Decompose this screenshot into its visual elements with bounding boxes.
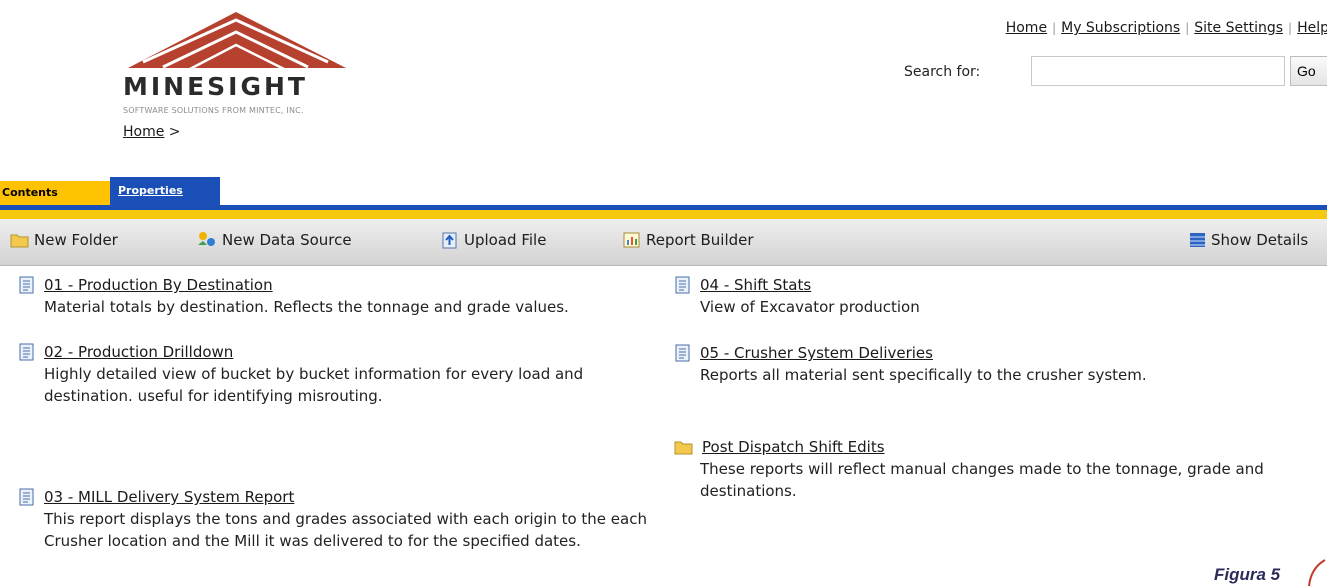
data-source-icon bbox=[198, 232, 215, 246]
report-description: View of Excavator production bbox=[700, 298, 920, 316]
report-link[interactable]: 01 - Production By Destination bbox=[44, 274, 273, 296]
top-link-site-settings[interactable]: Site Settings bbox=[1194, 20, 1283, 36]
report-link[interactable]: 03 - MILL Delivery System Report bbox=[44, 486, 294, 508]
report-title-row[interactable]: Post Dispatch Shift Edits bbox=[674, 436, 1294, 458]
report-description: Material totals by destination. Reflects… bbox=[44, 298, 569, 316]
top-link-my-subscriptions[interactable]: My Subscriptions bbox=[1061, 20, 1180, 36]
report-builder-icon bbox=[623, 232, 640, 248]
report-title-row[interactable]: 01 - Production By Destination bbox=[18, 274, 658, 296]
upload-file-label: Upload File bbox=[464, 231, 547, 249]
report-builder-label: Report Builder bbox=[646, 231, 754, 249]
tab-bar: Contents Properties bbox=[0, 177, 1327, 205]
report-builder-button[interactable]: Report Builder bbox=[622, 231, 754, 249]
report-link[interactable]: 04 - Shift Stats bbox=[700, 274, 811, 296]
mountain-logo-icon bbox=[128, 12, 346, 72]
report-title-row[interactable]: 04 - Shift Stats bbox=[674, 274, 1294, 296]
report-title-row[interactable]: 05 - Crusher System Deliveries bbox=[674, 342, 1294, 364]
breadcrumb: Home > bbox=[123, 124, 181, 140]
list-item: 04 - Shift Stats View of Excavator produ… bbox=[674, 274, 1294, 318]
report-icon bbox=[19, 343, 34, 361]
show-details-button[interactable]: Show Details bbox=[1189, 231, 1308, 249]
report-title-row[interactable]: 02 - Production Drilldown bbox=[18, 341, 658, 363]
report-link[interactable]: 05 - Crusher System Deliveries bbox=[700, 342, 933, 364]
list-item: 05 - Crusher System Deliveries Reports a… bbox=[674, 342, 1294, 386]
top-link-home[interactable]: Home bbox=[1006, 20, 1047, 36]
show-details-label: Show Details bbox=[1211, 231, 1309, 249]
details-list-icon bbox=[1190, 233, 1205, 247]
upload-icon bbox=[442, 232, 457, 249]
list-item: 01 - Production By Destination Material … bbox=[18, 274, 658, 318]
top-nav-links: Home | My Subscriptions | Site Settings | Help bbox=[1005, 20, 1327, 36]
list-item: 03 - MILL Delivery System Report This re… bbox=[18, 486, 658, 552]
new-data-source-label: New Data Source bbox=[222, 231, 352, 249]
folder-link[interactable]: Post Dispatch Shift Edits bbox=[702, 436, 885, 458]
report-icon bbox=[19, 488, 34, 506]
new-folder-button[interactable]: New Folder bbox=[10, 231, 118, 249]
breadcrumb-separator: > bbox=[168, 124, 181, 140]
tab-properties[interactable]: Properties bbox=[110, 177, 220, 205]
upload-file-button[interactable]: Upload File bbox=[440, 231, 546, 249]
figure-caption: Figura 5 bbox=[1214, 565, 1281, 584]
list-item: 02 - Production Drilldown Highly detaile… bbox=[18, 341, 658, 407]
corner-arc-icon bbox=[1308, 559, 1326, 586]
report-description: Highly detailed view of bucket by bucket… bbox=[44, 365, 584, 405]
folder-description: These reports will reflect manual change… bbox=[700, 460, 1264, 500]
new-folder-label: New Folder bbox=[34, 231, 118, 249]
report-icon bbox=[675, 344, 690, 362]
report-description: This report displays the tons and grades… bbox=[44, 510, 647, 550]
report-icon bbox=[19, 276, 34, 294]
breadcrumb-home-link[interactable]: Home bbox=[123, 124, 164, 140]
logo-text: MINESIGHT bbox=[123, 72, 308, 101]
search-input[interactable] bbox=[1031, 56, 1285, 86]
go-button[interactable]: Go bbox=[1290, 56, 1327, 86]
top-link-help[interactable]: Help bbox=[1297, 20, 1327, 36]
report-link[interactable]: 02 - Production Drilldown bbox=[44, 341, 233, 363]
report-title-row[interactable]: 03 - MILL Delivery System Report bbox=[18, 486, 658, 508]
toolbar: New Folder New Data Source Upload File R… bbox=[0, 219, 1327, 266]
new-data-source-button[interactable]: New Data Source bbox=[196, 231, 352, 249]
gold-divider bbox=[0, 210, 1327, 219]
report-description: Reports all material sent specifically t… bbox=[700, 366, 1147, 384]
folder-icon bbox=[10, 234, 29, 248]
search-label: Search for: bbox=[904, 64, 981, 80]
list-item: Post Dispatch Shift Edits These reports … bbox=[674, 436, 1294, 502]
tab-properties-label: Properties bbox=[118, 184, 183, 197]
folder-icon bbox=[674, 441, 693, 455]
report-icon bbox=[675, 276, 690, 294]
logo-subtitle: SOFTWARE SOLUTIONS FROM MINTEC, INC. bbox=[123, 106, 304, 115]
tab-contents[interactable]: Contents bbox=[0, 181, 110, 205]
